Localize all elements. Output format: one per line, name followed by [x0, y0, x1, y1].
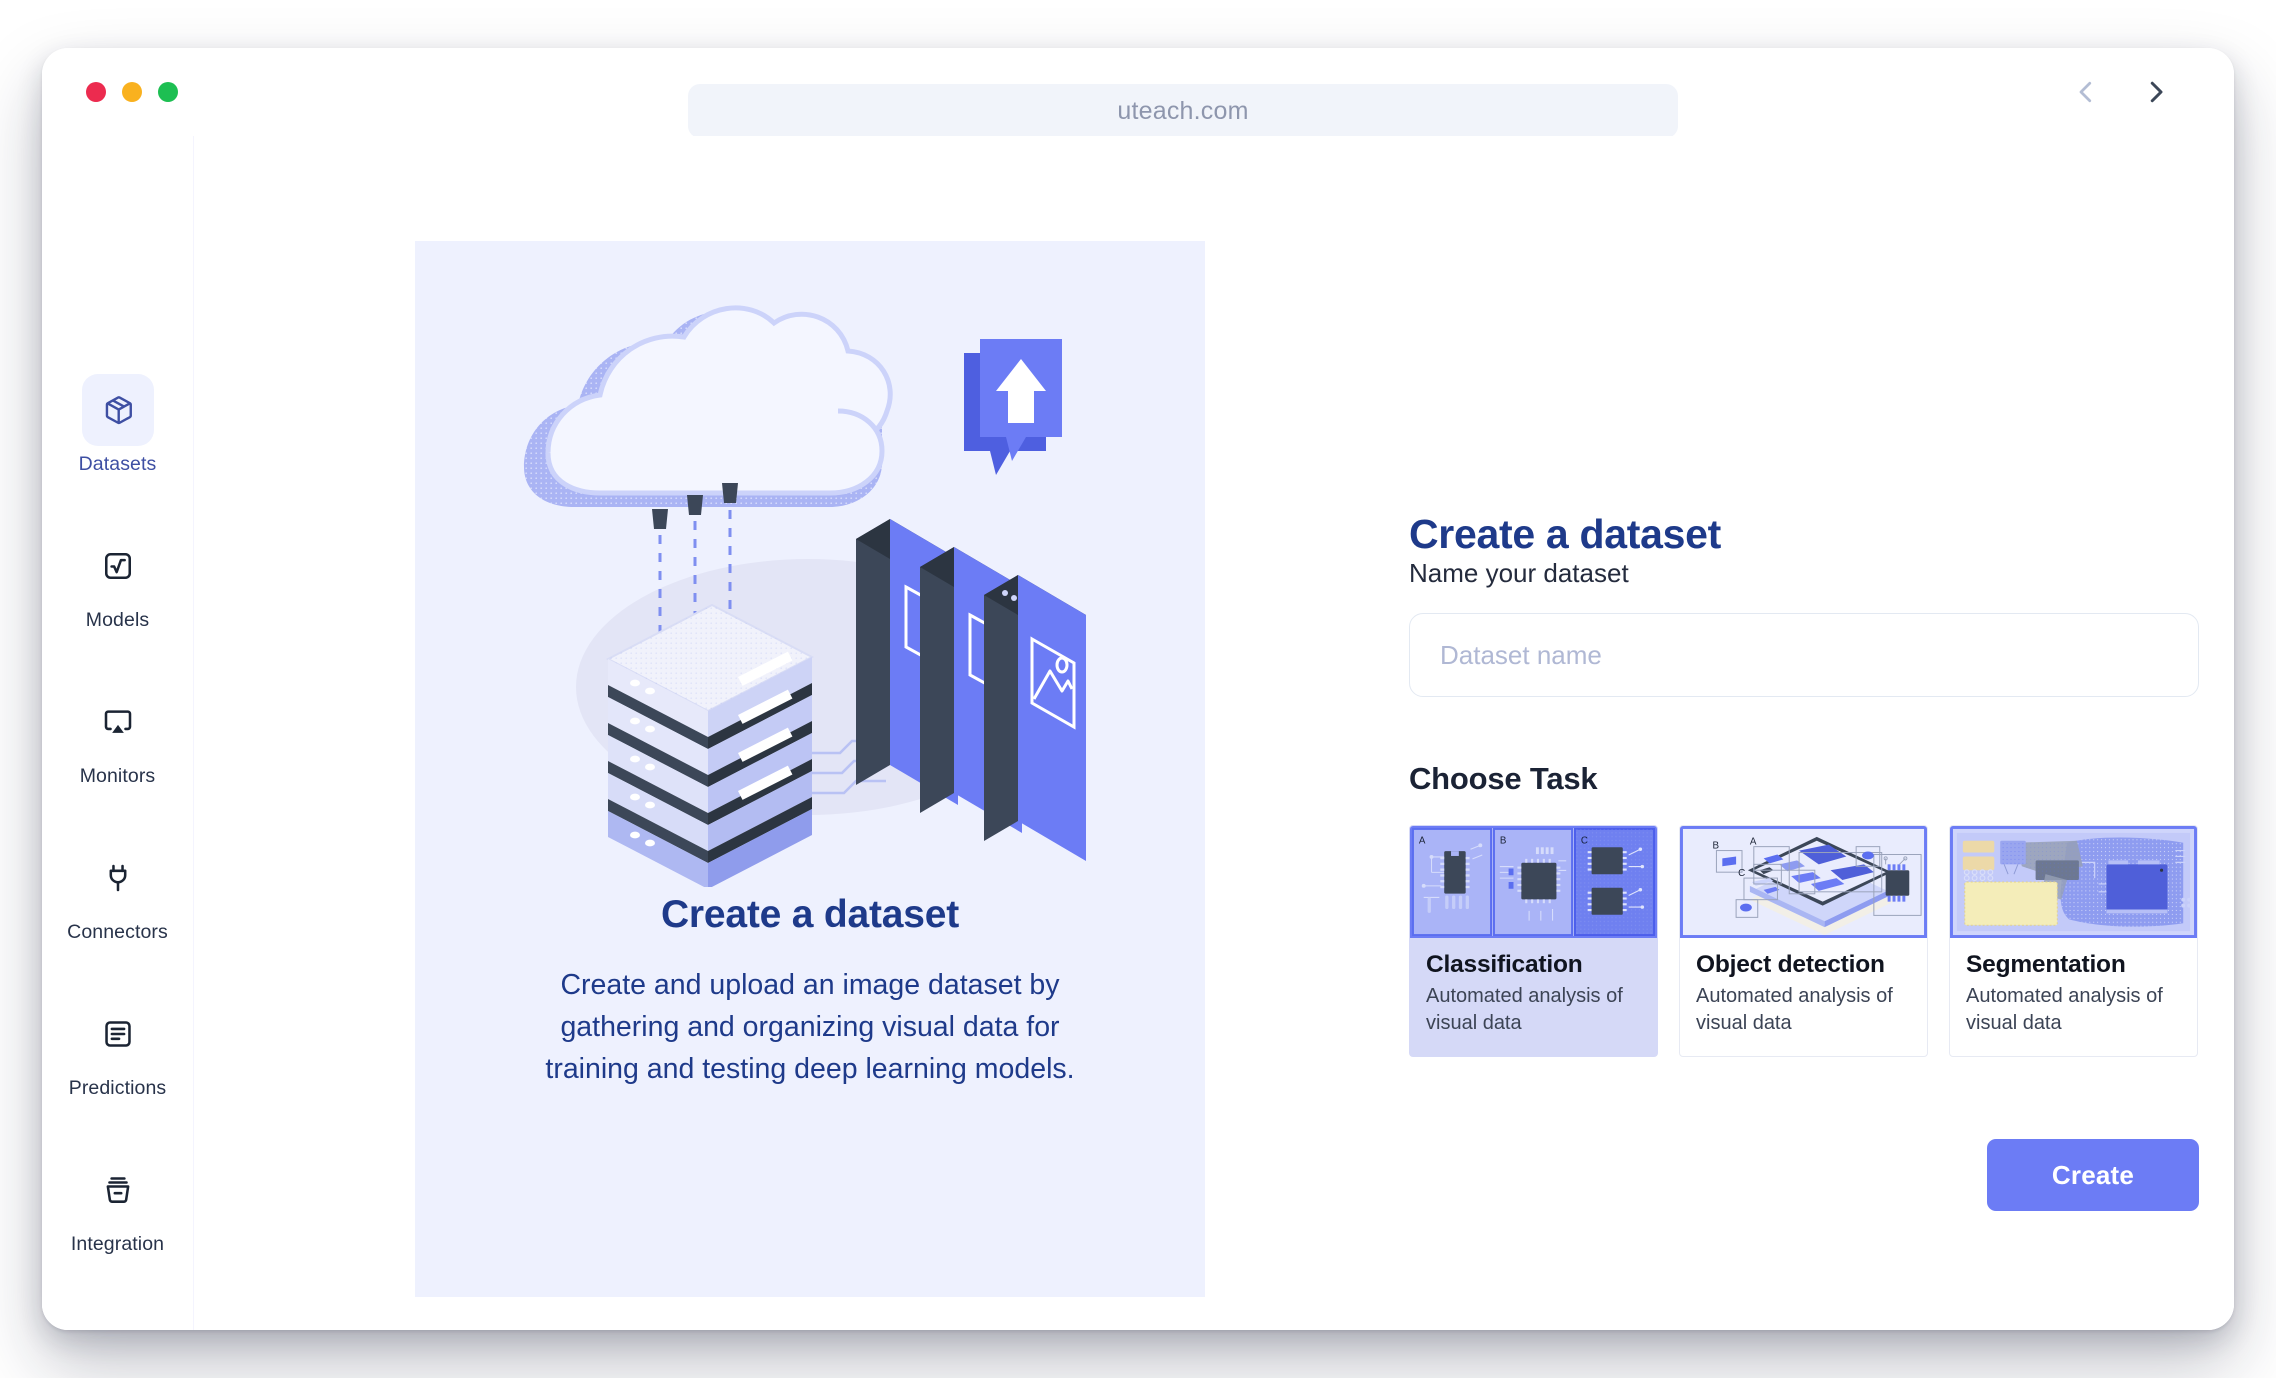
document-list-icon	[82, 998, 154, 1070]
task-description: Automated analysis of visual data	[1966, 985, 2163, 1034]
object-detection-bounding-boxes-thumbnail: B A C	[1680, 826, 1927, 938]
dataset-name-label: Name your dataset	[1409, 558, 1629, 588]
browser-navigation	[2064, 48, 2178, 136]
window-controls	[86, 82, 178, 102]
task-card-body: Object detection Automated analysis of v…	[1680, 938, 1927, 1056]
main-content: Create a dataset Create and upload an im…	[194, 136, 2234, 1330]
task-card-classification[interactable]: A B C Classification Automated analysis …	[1409, 825, 1658, 1058]
thumb-label-a: A	[1750, 837, 1757, 848]
task-name: Object detection	[1696, 951, 1885, 978]
browser-window: uteach.com Datasets Models Monitors Conn…	[42, 48, 2234, 1330]
task-card-segmentation[interactable]: Segmentation Automated analysis of visua…	[1949, 825, 2198, 1058]
task-card-list: A B C Classification Automated analysis …	[1409, 825, 2209, 1058]
cloud-shape	[524, 305, 893, 507]
upload-badge-icon	[964, 339, 1062, 475]
task-card-object-detection[interactable]: B A C Object detection Automated analysi…	[1679, 825, 1928, 1058]
sidebar-item-label: Monitors	[79, 765, 156, 787]
address-bar[interactable]: uteach.com	[688, 84, 1678, 138]
task-card-body: Classification Automated analysis of vis…	[1410, 938, 1657, 1056]
plug-icon	[82, 842, 154, 914]
create-button[interactable]: Create	[1987, 1139, 2199, 1212]
task-card-body: Segmentation Automated analysis of visua…	[1950, 938, 2197, 1056]
back-button[interactable]	[2064, 70, 2108, 114]
airplay-icon	[82, 686, 154, 758]
page-title: Create a dataset	[1409, 511, 1721, 557]
task-description: Automated analysis of visual data	[1426, 985, 1623, 1034]
sidebar-item-monitors[interactable]: Monitors	[42, 686, 193, 788]
promo-description: Create and upload an image dataset by ga…	[545, 969, 1075, 1085]
create-dataset-form: Create a dataset Name your dataset Choos…	[1409, 241, 2209, 1212]
chevron-left-icon	[2079, 81, 2092, 103]
forward-button[interactable]	[2134, 70, 2178, 114]
app-body: Datasets Models Monitors Connectors Pred…	[42, 136, 2234, 1330]
minimize-window-button[interactable]	[122, 82, 142, 102]
thumb-label-b: B	[1500, 835, 1507, 846]
sidebar-item-label: Datasets	[78, 453, 157, 475]
sidebar-item-label: Connectors	[67, 921, 168, 943]
sidebar-item-label: Models	[85, 609, 150, 631]
sidebar-item-integration[interactable]: Integration	[42, 1154, 193, 1256]
segmentation-masks-thumbnail	[1950, 826, 2197, 938]
task-name: Segmentation	[1966, 951, 2126, 978]
promo-title: Create a dataset	[660, 893, 960, 936]
square-root-icon	[82, 530, 154, 602]
close-window-button[interactable]	[86, 82, 106, 102]
sidebar-item-label: Predictions	[68, 1077, 167, 1099]
sidebar-item-datasets[interactable]: Datasets	[42, 374, 193, 476]
promo-panel: Create a dataset Create and upload an im…	[415, 241, 1205, 1297]
sidebar-item-predictions[interactable]: Predictions	[42, 998, 193, 1100]
thumb-label-b: B	[1712, 841, 1719, 852]
choose-task-label: Choose Task	[1409, 761, 1598, 796]
classification-chips-thumbnail: A B C	[1410, 826, 1657, 938]
archive-icon	[82, 1154, 154, 1226]
image-cards-stack	[856, 519, 1086, 861]
maximize-window-button[interactable]	[158, 82, 178, 102]
server-stack	[605, 603, 815, 887]
task-name: Classification	[1426, 951, 1583, 978]
screenshot-root: uteach.com Datasets Models Monitors Conn…	[0, 0, 2276, 1378]
box-icon	[81, 374, 154, 446]
address-bar-container: uteach.com	[688, 84, 1678, 138]
sidebar-item-label: Integration	[70, 1233, 165, 1255]
sidebar: Datasets Models Monitors Connectors Pred…	[42, 136, 199, 1330]
thumb-label-c: C	[1738, 868, 1745, 879]
sidebar-item-models[interactable]: Models	[42, 530, 193, 632]
chevron-right-icon	[2150, 81, 2163, 103]
form-actions: Create	[1409, 1139, 2199, 1212]
cloud-upload-server-images-illustration	[524, 305, 1086, 887]
task-description: Automated analysis of visual data	[1696, 985, 1893, 1034]
browser-titlebar: uteach.com	[42, 48, 2234, 138]
thumb-label-a: A	[1419, 835, 1426, 846]
sidebar-item-connectors[interactable]: Connectors	[42, 842, 193, 944]
dataset-name-input[interactable]	[1409, 613, 2199, 697]
address-bar-url: uteach.com	[1117, 96, 1249, 125]
thumb-label-c: C	[1581, 835, 1588, 846]
